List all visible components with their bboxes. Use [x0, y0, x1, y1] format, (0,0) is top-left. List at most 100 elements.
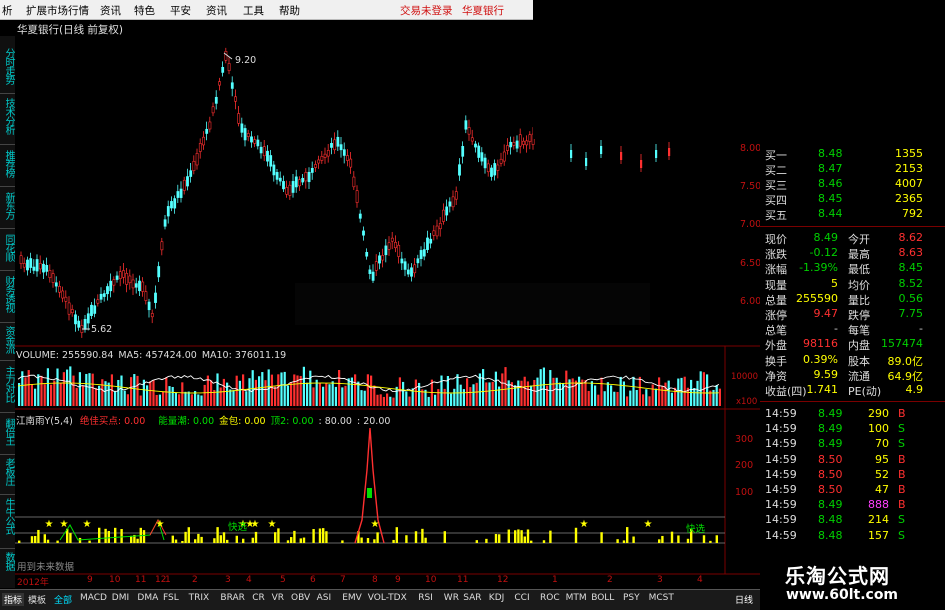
candle-body [422, 249, 426, 257]
volume-bar [254, 379, 257, 406]
tab-cci[interactable]: CCI [514, 593, 529, 603]
sidebar-item-formula[interactable]: 牛牛公式 [1, 498, 14, 534]
volume-bar [539, 369, 542, 406]
tab-dmi[interactable]: DMI [112, 593, 129, 603]
kline-chart-area[interactable]: ★ ★ ★ ★ ★★★ ★ ★ ★ ★ [15, 36, 760, 589]
candle-body [470, 137, 474, 142]
tab-vol-tdx[interactable]: VOL-TDX [368, 593, 407, 603]
volume-bar [552, 377, 555, 406]
indicator-bar [120, 529, 123, 543]
stat-label: 涨幅 [765, 263, 787, 277]
indicator-bar [318, 528, 322, 543]
volume-bar [594, 385, 597, 406]
candle-body [282, 181, 285, 190]
tab-全部[interactable]: 全部 [54, 593, 72, 606]
menu-item-ext-market[interactable]: 扩展市场行情 [26, 3, 89, 18]
login-status[interactable]: 交易未登录 [400, 3, 453, 18]
tab-fsl[interactable]: FSL [163, 593, 179, 603]
volume-bar [158, 394, 161, 406]
volume-bar [75, 387, 78, 406]
candle-body [112, 279, 116, 286]
tab-cr[interactable]: CR [252, 593, 265, 603]
bid-label: 买四 [765, 194, 787, 207]
indicator-bar [414, 531, 418, 543]
indicator-bar [174, 539, 178, 543]
tab-brar[interactable]: BRAR [220, 593, 244, 603]
volume-bar [238, 380, 241, 406]
candle-body [493, 163, 497, 176]
tab-roc[interactable]: ROC [540, 593, 560, 603]
sidebar-item-data[interactable]: 数据 [1, 552, 14, 570]
volume-bar [123, 390, 126, 406]
star-icon: ★ [60, 519, 69, 530]
candle-body [138, 280, 141, 292]
volume-bar [565, 370, 568, 406]
sidebar-item-timeshare[interactable]: 分时走势 [1, 48, 14, 84]
tab-wr[interactable]: WR [444, 593, 459, 603]
stat-value: -0.12 [809, 246, 838, 260]
tab-指标[interactable]: 指标 [2, 593, 25, 606]
sidebar-item-double[interactable]: 翻倍王 [1, 418, 14, 445]
tab-daily[interactable]: 日线 [735, 593, 753, 606]
volume-bar [475, 382, 478, 406]
sidebar-item-boss[interactable]: 老板庄 [1, 458, 14, 485]
bid-volume: 792 [902, 207, 923, 220]
sidebar-item-fundflow[interactable]: 资金流 [1, 326, 14, 353]
volume-bar [520, 380, 523, 406]
sidebar-item-technical[interactable]: 技术分析 [1, 98, 14, 134]
tab-boll[interactable]: BOLL [591, 593, 614, 603]
indicator-name: 江南雨Y(5,4) [16, 416, 73, 427]
tab-mtm[interactable]: MTM [566, 593, 587, 603]
sidebar-item-ths[interactable]: 同花顺 [1, 234, 14, 261]
sidebar-item-recommend[interactable]: 推荐榜 [1, 150, 14, 177]
tab-vr[interactable]: VR [272, 593, 284, 603]
tab-psy[interactable]: PSY [623, 593, 640, 603]
volume-bar [504, 367, 507, 406]
tab-模板[interactable]: 模板 [28, 593, 46, 606]
volume-bar [146, 385, 149, 406]
menu-item-pingan[interactable]: 平安 [170, 3, 191, 18]
candle-body [378, 255, 381, 264]
candle-body [192, 160, 196, 171]
volume-bar [309, 370, 312, 406]
menu-item-news[interactable]: 资讯 [100, 3, 121, 18]
volume-bar [72, 375, 75, 406]
volume-bar [373, 385, 376, 406]
date-tick: 12 [497, 575, 509, 585]
menu-item-special[interactable]: 特色 [134, 3, 155, 18]
tab-trix[interactable]: TRIX [189, 593, 210, 603]
indicator-bar [715, 535, 718, 543]
tab-sar[interactable]: SAR [463, 593, 481, 603]
volume-bar [696, 380, 699, 406]
tab-emv[interactable]: EMV [342, 593, 362, 603]
volume-bar [59, 383, 62, 406]
tick-volume: 47 [875, 483, 889, 496]
bid-price: 8.47 [818, 162, 843, 175]
bid-label: 买一 [765, 149, 787, 162]
tab-dma[interactable]: DMA [137, 593, 158, 603]
tab-asi[interactable]: ASI [317, 593, 332, 603]
candle-body [445, 206, 449, 216]
menu-item-info[interactable]: 资讯 [206, 3, 227, 18]
tab-rsi[interactable]: RSI [418, 593, 433, 603]
tab-obv[interactable]: OBV [291, 593, 310, 603]
indicator-bar [277, 528, 280, 543]
sidebar-item-finance[interactable]: 财务透视 [1, 276, 14, 312]
candle-body [157, 266, 161, 278]
volume-bar [386, 393, 389, 406]
indicator-bar [37, 529, 40, 543]
sidebar-item-main-compare[interactable]: 主力对比 [1, 366, 14, 402]
tab-macd[interactable]: MACD [80, 593, 107, 603]
menu-item-help[interactable]: 帮助 [279, 3, 300, 18]
tab-mcst[interactable]: MCST [649, 593, 674, 603]
menu-item-analysis[interactable]: 析 [2, 3, 13, 18]
candle-body [74, 314, 77, 325]
volume-bar [450, 393, 453, 406]
candle-body [54, 282, 58, 287]
menu-item-tools[interactable]: 工具 [243, 3, 264, 18]
tab-kdj[interactable]: KDJ [489, 593, 505, 603]
indicator-bar [226, 539, 229, 543]
sidebar-item-xdf[interactable]: 新东方 [1, 192, 14, 219]
volume-bar [629, 390, 632, 406]
candle-body [515, 140, 519, 149]
